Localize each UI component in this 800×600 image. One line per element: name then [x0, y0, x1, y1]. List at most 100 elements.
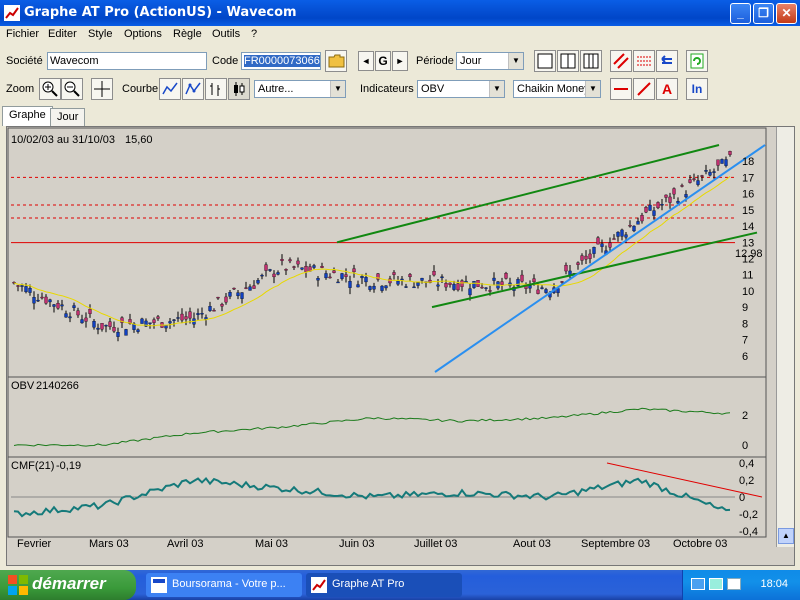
- point-chart-button[interactable]: [182, 78, 204, 100]
- candle-body: [724, 159, 728, 166]
- task-label-boursorama: Boursorama - Votre p...: [172, 578, 286, 590]
- point-chart-icon: [185, 82, 201, 95]
- layout-triple-button[interactable]: [580, 50, 602, 72]
- zoom-out-button[interactable]: [61, 78, 83, 100]
- horizontal-line-button[interactable]: [610, 78, 632, 100]
- candle-body: [600, 243, 604, 247]
- line-chart-button[interactable]: [159, 78, 181, 100]
- candle-body: [16, 285, 20, 287]
- tab-jour[interactable]: Jour: [50, 108, 86, 126]
- candle-body: [708, 171, 712, 176]
- bar-chart-button[interactable]: [205, 78, 227, 100]
- candle-body: [420, 277, 424, 281]
- candle-body: [528, 285, 532, 289]
- obv-tick-label: 0: [742, 440, 748, 452]
- trend-line-button[interactable]: [633, 78, 655, 100]
- month-label: Septembre 03: [581, 538, 650, 550]
- parallel-lines-button[interactable]: [610, 50, 632, 72]
- refresh-button[interactable]: [686, 50, 708, 72]
- menu-editer[interactable]: Editer: [48, 28, 77, 40]
- candle-body: [136, 329, 140, 332]
- candle-body: [644, 207, 648, 213]
- tab-graphe[interactable]: Graphe: [2, 106, 53, 126]
- network-icon[interactable]: [691, 578, 705, 590]
- candle-body: [328, 276, 332, 279]
- minimize-button[interactable]: _: [730, 3, 751, 24]
- candlestick-icon: [234, 82, 245, 96]
- stock-chart[interactable]: 10/02/03 au 31/10/03 15,60 OBV 2140266 C…: [7, 127, 794, 565]
- obv-label: OBV: [11, 380, 35, 392]
- candle-body: [200, 313, 204, 315]
- courbe-select[interactable]: Autre... ▼: [254, 80, 346, 98]
- candle-body: [32, 297, 36, 304]
- go-button[interactable]: G: [375, 51, 391, 71]
- candle-body: [124, 329, 128, 336]
- title-bar[interactable]: Graphe AT Pro (ActionUS) - Wavecom _ ❐ ✕: [0, 0, 800, 26]
- candle-body: [244, 287, 248, 289]
- open-folder-button[interactable]: [325, 50, 347, 72]
- month-label: Juillet 03: [414, 538, 457, 550]
- candle-body: [368, 286, 372, 290]
- cmf-tick-label: -0,4: [739, 526, 758, 538]
- chart-area[interactable]: 10/02/03 au 31/10/03 15,60 OBV 2140266 C…: [6, 126, 795, 566]
- candle-body: [652, 210, 656, 216]
- month-label: Mai 03: [255, 538, 288, 550]
- refresh-icon: [690, 53, 704, 69]
- candle-body: [336, 281, 340, 284]
- close-button[interactable]: ✕: [776, 3, 797, 24]
- zoom-in-button[interactable]: [39, 78, 61, 100]
- menu-options[interactable]: Options: [124, 28, 162, 40]
- candle-body: [480, 286, 484, 289]
- indicateur2-select[interactable]: Chaikin Money ▼: [513, 80, 601, 98]
- candle-body: [72, 305, 76, 308]
- start-button[interactable]: démarrer: [0, 570, 136, 600]
- scroll-up-button[interactable]: ▲: [778, 528, 794, 544]
- horizontal-line-icon: [614, 88, 628, 90]
- menu-outils[interactable]: Outils: [212, 28, 240, 40]
- menu-bar: Fichier Editer Style Options Règle Outil…: [0, 26, 800, 44]
- taskbar-item-graphe[interactable]: Graphe AT Pro: [306, 573, 462, 597]
- indicateur-select[interactable]: OBV ▼: [417, 80, 505, 98]
- price-tick-label: 13: [742, 237, 754, 249]
- candle-body: [664, 194, 668, 198]
- candle-chart-button[interactable]: [228, 78, 250, 100]
- in-button[interactable]: In: [686, 78, 708, 100]
- candle-body: [620, 229, 624, 237]
- candle-body: [248, 286, 252, 291]
- folder-icon: [328, 54, 345, 68]
- menu-style[interactable]: Style: [88, 28, 112, 40]
- volume-icon[interactable]: [709, 578, 723, 590]
- candle-body: [344, 274, 348, 277]
- menu-help[interactable]: ?: [251, 28, 257, 40]
- layout-single-button[interactable]: [534, 50, 556, 72]
- undo-button[interactable]: [656, 50, 678, 72]
- dotted-grid-icon: [637, 56, 651, 66]
- maximize-button[interactable]: ❐: [753, 3, 774, 24]
- periode-select[interactable]: Jour ▼: [456, 52, 524, 70]
- candle-body: [544, 289, 548, 293]
- prev-button[interactable]: ◄: [358, 51, 374, 71]
- periode-label: Période: [416, 55, 454, 67]
- system-tray: 18:04: [682, 570, 800, 600]
- next-button[interactable]: ►: [392, 51, 408, 71]
- candle-body: [632, 225, 636, 232]
- text-tool-button[interactable]: A: [656, 78, 678, 100]
- code-input[interactable]: FR0000073066: [241, 52, 321, 70]
- layout-double-button[interactable]: [557, 50, 579, 72]
- price-tick-label: 7: [742, 335, 748, 347]
- task-label-graphe: Graphe AT Pro: [332, 578, 405, 590]
- candle-body: [448, 282, 452, 285]
- monitor-icon[interactable]: [727, 578, 741, 590]
- menu-regle[interactable]: Règle: [173, 28, 202, 40]
- societe-input[interactable]: Wavecom: [47, 52, 207, 70]
- menu-fichier[interactable]: Fichier: [6, 28, 39, 40]
- taskbar-item-boursorama[interactable]: Boursorama - Votre p...: [146, 573, 302, 597]
- vertical-scrollbar[interactable]: ▲: [776, 127, 794, 547]
- grid-lines-button[interactable]: [633, 50, 655, 72]
- crosshair-icon: [94, 81, 110, 97]
- candle-body: [296, 260, 300, 265]
- crosshair-button[interactable]: [91, 78, 113, 100]
- obv-panel: [7, 376, 767, 458]
- candle-body: [676, 200, 680, 204]
- candle-body: [68, 316, 72, 319]
